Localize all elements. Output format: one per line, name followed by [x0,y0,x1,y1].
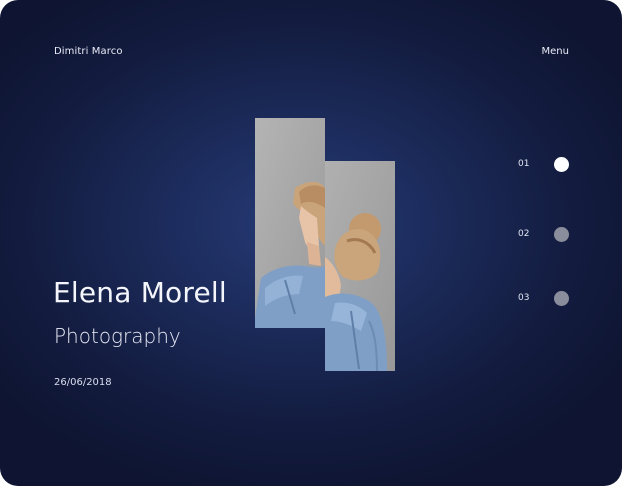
page-title: Elena Morell [53,276,227,309]
pager-dot-active[interactable] [554,157,569,172]
pager-item-02[interactable]: 02 [518,225,580,245]
app-frame: Dimitri Marco Menu Elena Morell Photogra… [0,0,622,486]
pager-item-01[interactable]: 01 [518,155,580,175]
menu-button[interactable]: Menu [542,46,569,57]
pager-label: 03 [518,293,530,303]
portrait-image-right [325,161,395,371]
pager-dot[interactable] [554,291,569,306]
page-subtitle: Photography [54,324,181,348]
pager-label: 02 [518,229,530,239]
photo-panel-right [325,161,395,371]
brand-name[interactable]: Dimitri Marco [54,46,123,57]
photo-panel-left [255,118,325,328]
portrait-image-left [255,118,325,328]
pager-dot[interactable] [554,227,569,242]
pager-item-03[interactable]: 03 [518,289,580,309]
publish-date: 26/06/2018 [54,377,112,388]
pager-label: 01 [518,159,530,169]
